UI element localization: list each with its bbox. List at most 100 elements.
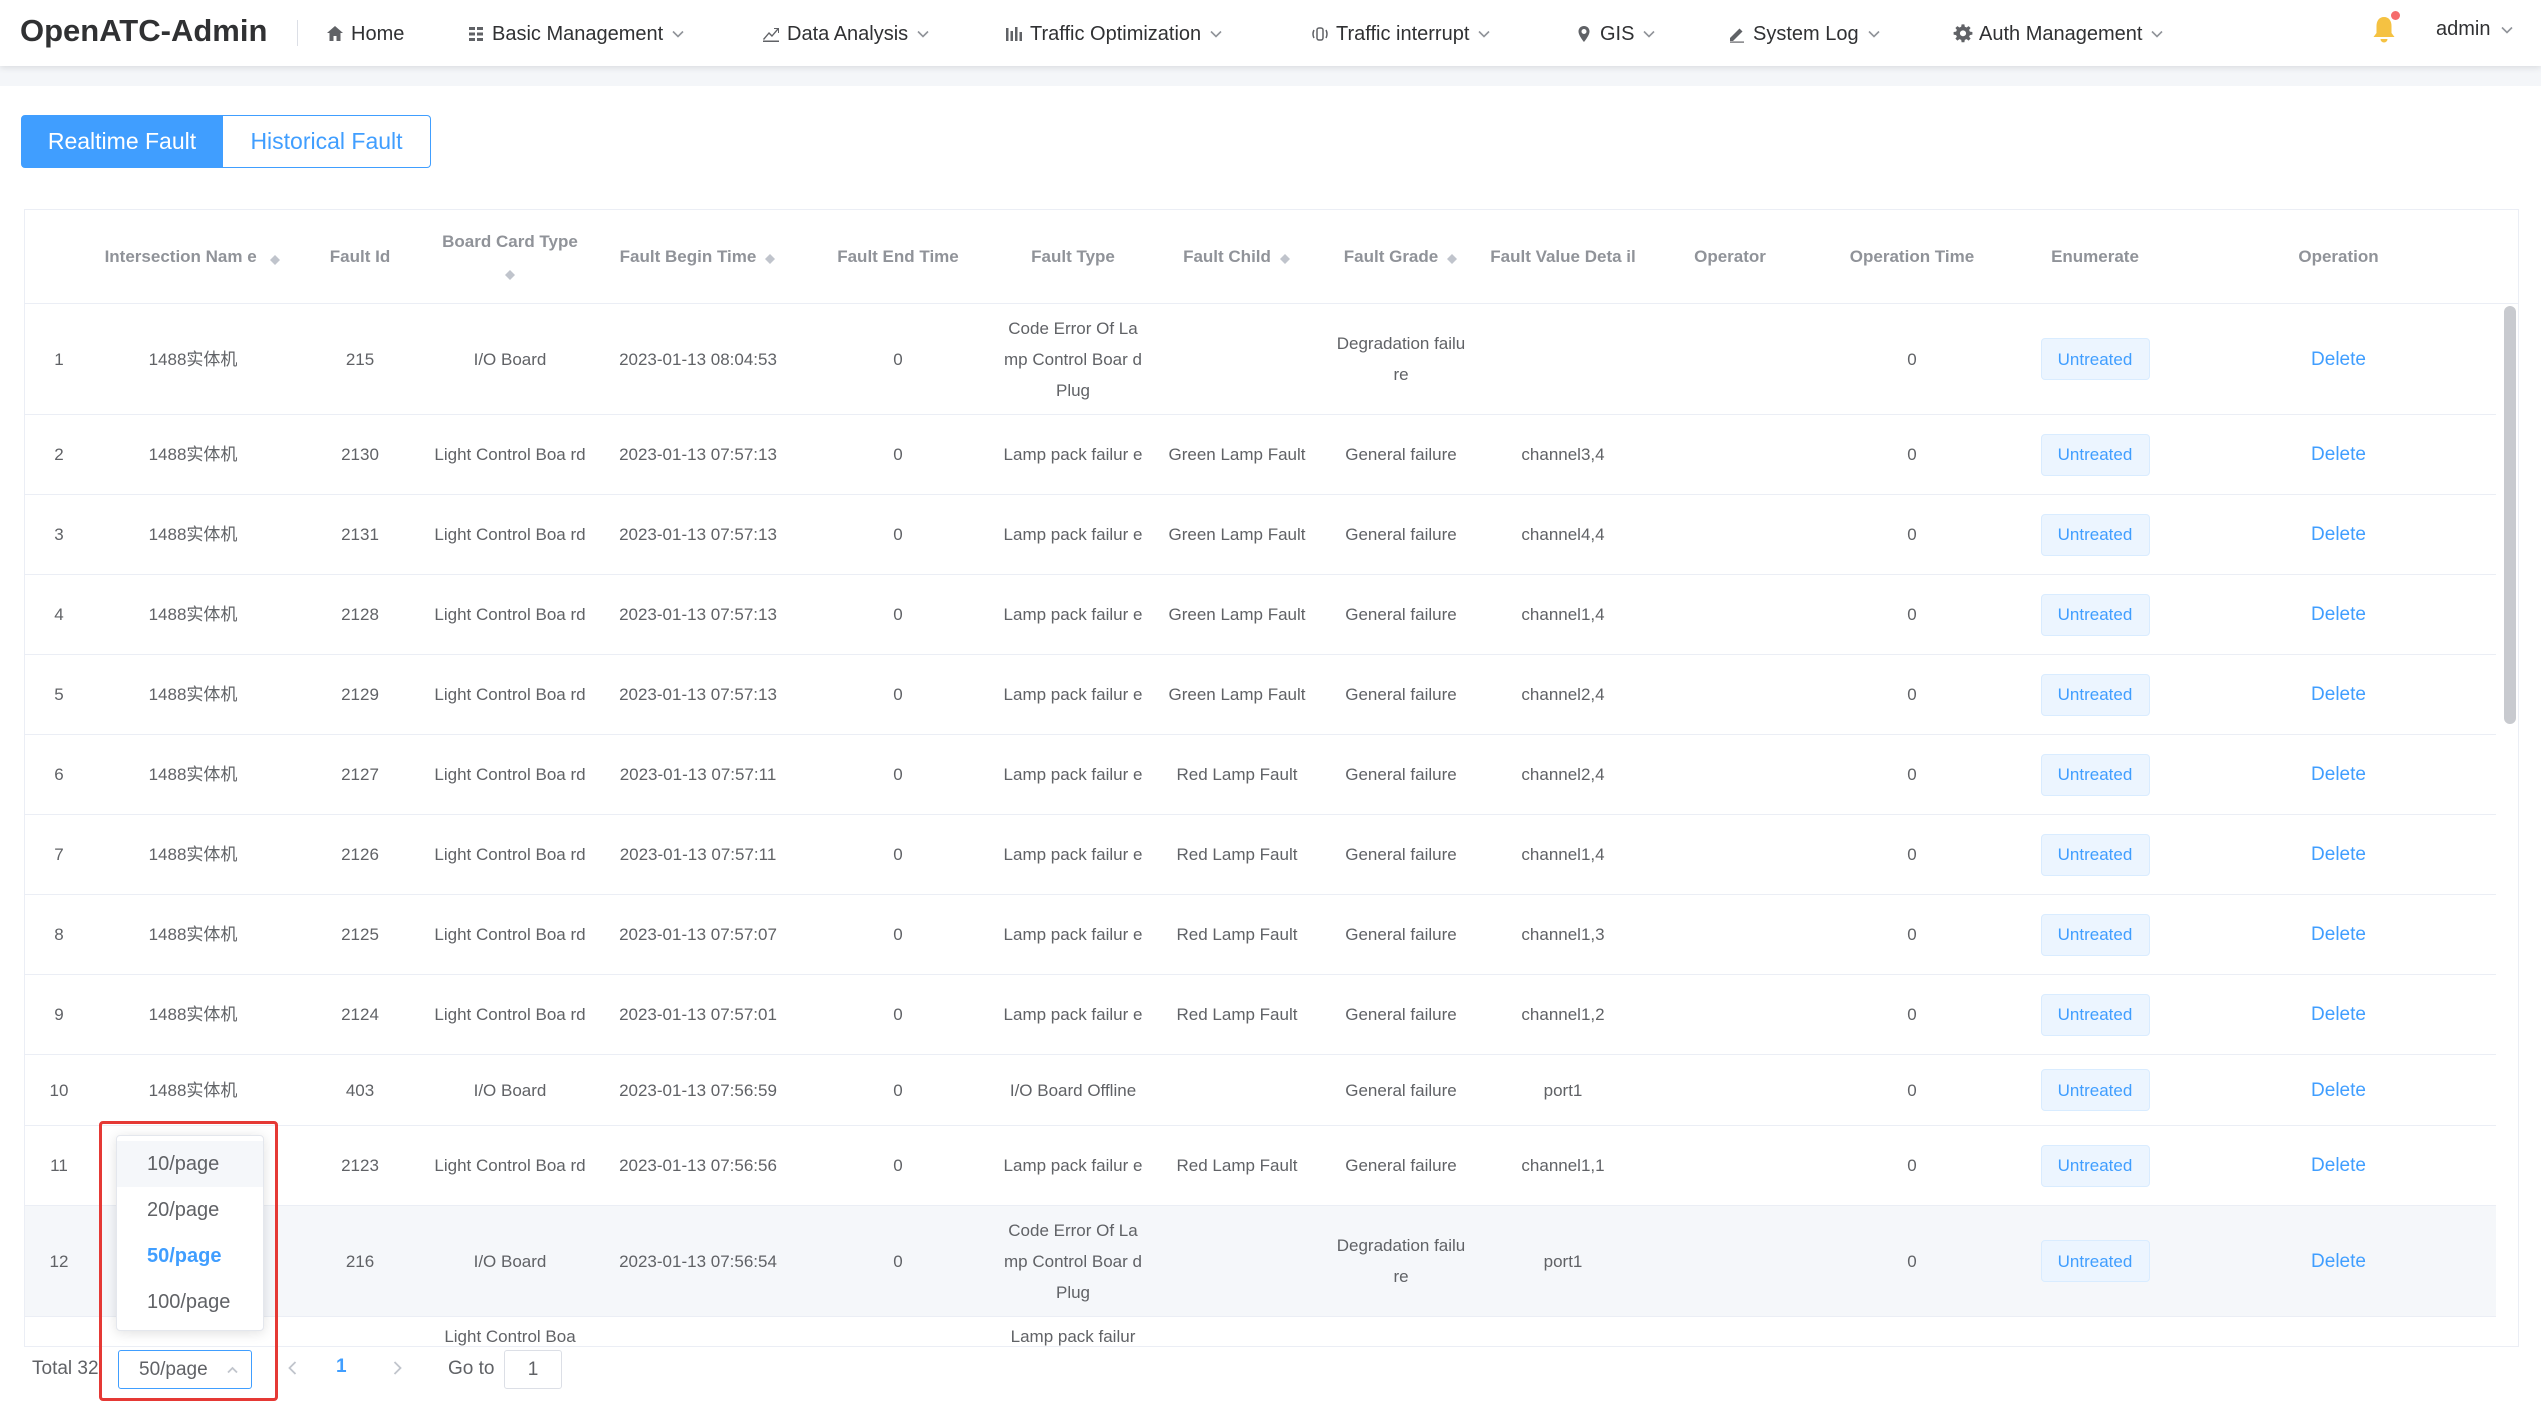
cell-board-card-type-text: Light Control Boa rd [434,1156,586,1175]
cell-fault-child-text: Red Lamp Fault [1176,1005,1298,1024]
cell-operation-time-text: 0 [1907,1251,1917,1271]
cell-intersection-text: 1488实体机 [148,349,238,369]
page-size-option-10[interactable]: 10/page [117,1141,263,1187]
nav-home[interactable]: Home [325,20,404,48]
cell-fault-end-time: 0 [803,815,993,894]
table-row[interactable]: 10 1488实体机 403 I/O Board 2023-01-13 07:56:59… [25,1055,2496,1126]
page-size-option-20[interactable]: 20/page [117,1187,263,1233]
nav-data-analysis[interactable]: Data Analysis [761,20,930,48]
delete-button[interactable]: Delete [2311,344,2366,375]
cell-fault-value-detail-text: channel4,4 [1521,525,1605,544]
delete-button[interactable]: Delete [2311,599,2366,630]
cell-fault-end-time-text: 0 [893,685,903,704]
status-badge: Untreated [2040,513,2150,556]
table-row[interactable]: 2 1488实体机 2130 Light Control Boa rd 2023-01-… [25,415,2496,495]
col-fault-child[interactable]: Fault Child [1153,210,1321,304]
page-size-option-50[interactable]: 50/page [117,1233,263,1279]
user-name: admin [2436,18,2491,40]
nav-traffic-interrupt[interactable]: Traffic interrupt [1310,20,1491,48]
table-row[interactable]: 5 1488实体机 2129 Light Control Boa rd 2023-01-… [25,655,2496,735]
cell-index: 12 [25,1206,93,1316]
col-board-card-type[interactable]: Board Card Type [427,210,593,304]
delete-button[interactable]: Delete [2311,919,2366,950]
cell-fault-id-text: 403 [345,1080,375,1100]
sort-icon[interactable] [269,249,281,267]
nav-system-log[interactable]: System Log [1727,20,1881,48]
cell-fault-type: Lamp pack failur e [993,895,1153,974]
tab-realtime-fault[interactable]: Realtime Fault [21,115,223,168]
table-row[interactable]: 9 1488实体机 2124 Light Control Boa rd 2023-01-… [25,975,2496,1055]
cell-fault-type: I/O Board Offline [993,1055,1153,1125]
table-row[interactable]: 12 216 I/O Board 2023-01-13 07:56:54 0 Code E… [25,1206,2496,1317]
cell-fault-child: Green Lamp Fault [1153,495,1321,574]
table-scrollbar-thumb[interactable] [2504,306,2516,724]
cell-fault-grade-text: General failure [1345,845,1457,864]
sort-icon[interactable] [764,248,776,266]
cell-index: 7 [25,815,93,894]
table-row[interactable]: 8 1488实体机 2125 Light Control Boa rd 2023-01-… [25,895,2496,975]
nav-gis[interactable]: GIS [1574,20,1656,48]
delete-button[interactable]: Delete [2311,999,2366,1030]
delete-button[interactable]: Delete [2311,679,2366,710]
cell-operator [1645,815,1815,894]
delete-button[interactable]: Delete [2311,1246,2366,1277]
chevron-up-icon [227,1366,238,1374]
brand-logo[interactable]: OpenATC-Admin [20,13,267,49]
cell-fault-grade: Degradation failu re [1321,1206,1481,1316]
delete-button[interactable]: Delete [2311,759,2366,790]
cell-fault-begin-time: 2023-01-13 07:56:54 [593,1206,803,1316]
cell-fault-begin-time: 2023-01-13 07:57:07 [593,895,803,974]
table-row[interactable]: 6 1488实体机 2127 Light Control Boa rd 2023-01-… [25,735,2496,815]
cell-index-text: 11 [50,1156,68,1175]
cell-fault-id: 2131 [293,495,427,574]
goto-page-input[interactable]: 1 [504,1350,562,1389]
cell-fault-type: Lamp pack failur e [993,735,1153,814]
table-row[interactable]: 3 1488实体机 2131 Light Control Boa rd 2023-01-… [25,495,2496,575]
content-top-strip [0,66,2541,86]
col-intersection[interactable]: Intersection Nam e [93,210,293,304]
page-size-select[interactable]: 50/page [118,1350,252,1389]
cell-index: 5 [25,655,93,734]
cell-fault-id: 2124 [293,975,427,1054]
table-row[interactable]: 1 1488实体机 215 I/O Board 2023-01-13 08:04:53 0… [25,304,2496,415]
cell-fault-begin-time [593,1317,803,1346]
col-fault-id: Fault Id [329,247,391,266]
nav-auth-management[interactable]: Auth Management [1953,20,2164,48]
sort-icon[interactable] [504,264,516,282]
cell-fault-id-text: 2123 [341,1156,379,1175]
user-menu[interactable]: admin [2436,18,2514,41]
cell-board-card-type: Light Control Boa rd [427,415,593,494]
table-row[interactable]: Light Control Boa Lamp pack failur [25,1317,2496,1346]
cell-fault-grade [1321,1317,1481,1346]
table-row[interactable]: 11 2123 Light Control Boa rd 2023-01-13 07:… [25,1126,2496,1206]
edit-icon [1730,28,1744,43]
chevron-left-icon[interactable] [283,1358,303,1378]
page-size-option-100[interactable]: 100/page [117,1279,263,1325]
nav-basic-management[interactable]: Basic Management [466,20,685,48]
delete-button[interactable]: Delete [2311,519,2366,550]
col-fault-grade[interactable]: Fault Grade [1321,210,1481,304]
cell-fault-grade-text: General failure [1345,1005,1457,1024]
page-number-current[interactable]: 1 [336,1356,347,1378]
cell-fault-value-detail: channel1,4 [1481,815,1645,894]
cell-operation: Delete [2181,735,2496,814]
delete-button[interactable]: Delete [2311,839,2366,870]
col-fault-begin-time[interactable]: Fault Begin Time [593,210,803,304]
nav-traffic-optimization[interactable]: Traffic Optimization [1004,20,1223,48]
sort-icon[interactable] [1279,248,1291,266]
table-row[interactable]: 4 1488实体机 2128 Light Control Boa rd 2023-01-… [25,575,2496,655]
cell-intersection-text: 1488实体机 [148,845,238,864]
tab-historical-fault[interactable]: Historical Fault [223,115,431,168]
delete-button[interactable]: Delete [2311,439,2366,470]
delete-button[interactable]: Delete [2311,1075,2366,1106]
cell-fault-value-detail: channel1,4 [1481,575,1645,654]
cell-fault-id: 2125 [293,895,427,974]
delete-button[interactable]: Delete [2311,1150,2366,1181]
cell-operation: Delete [2181,895,2496,974]
chevron-right-icon[interactable] [387,1358,407,1378]
table-row[interactable]: 7 1488实体机 2126 Light Control Boa rd 2023-01-… [25,815,2496,895]
sort-icon[interactable] [1446,248,1458,266]
cell-fault-type-text: Lamp pack failur e [1003,525,1143,544]
cell-enumerate: Untreated [2009,415,2181,494]
cell-intersection: 1488实体机 [93,975,293,1054]
